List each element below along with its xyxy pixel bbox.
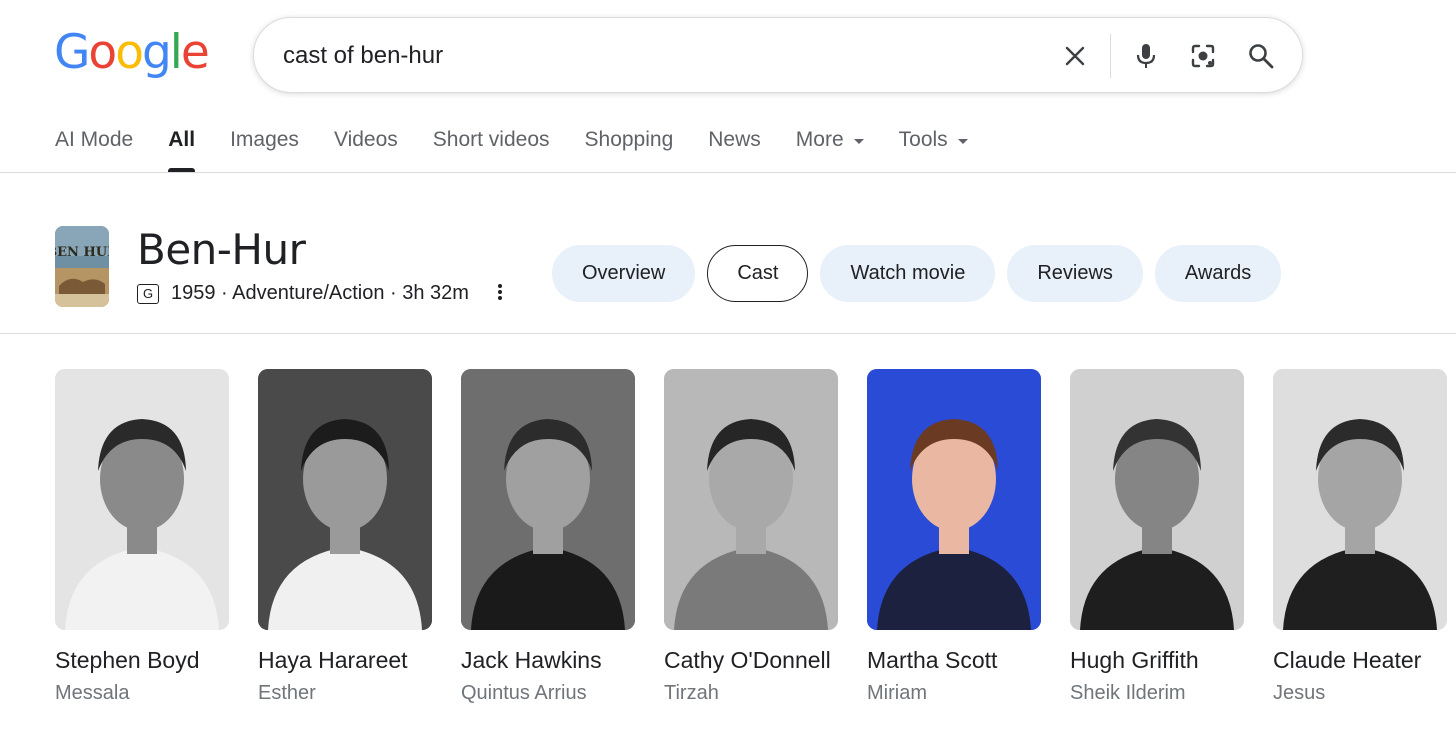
cast-photo[interactable]	[55, 369, 229, 630]
cast-card[interactable]: Martha Scott Miriam	[867, 369, 1041, 705]
cast-card[interactable]: Haya Harareet Esther	[258, 369, 432, 705]
cast-photo[interactable]	[258, 369, 432, 630]
cast-card[interactable]: Claude Heater Jesus	[1273, 369, 1447, 705]
cast-photo[interactable]	[867, 369, 1041, 630]
chip-reviews[interactable]: Reviews	[1007, 245, 1143, 302]
search-box	[253, 17, 1303, 93]
movie-info: 1959 · Adventure/Action · 3h 32m	[171, 282, 469, 304]
actor-name[interactable]: Martha Scott	[867, 647, 1041, 674]
poster-title: BEN HUR	[55, 245, 109, 260]
search-divider	[1110, 34, 1111, 78]
tab-label: Images	[230, 128, 299, 151]
tab-label: Short videos	[432, 128, 550, 151]
character-name: Messala	[55, 682, 130, 704]
search-tabs: AI Mode All Images Videos Short videos S…	[55, 128, 1003, 172]
chevron-down-icon	[957, 139, 968, 144]
chevron-down-icon	[853, 139, 864, 144]
logo-letter: l	[169, 25, 183, 80]
cast-card[interactable]: Stephen Boyd Messala	[55, 369, 229, 705]
rating-badge: G	[137, 283, 159, 304]
more-options-icon[interactable]	[490, 282, 510, 306]
tab-videos[interactable]: Videos	[334, 128, 398, 172]
microphone-icon[interactable]	[1130, 40, 1162, 72]
actor-name[interactable]: Jack Hawkins	[461, 647, 635, 674]
search-input[interactable]	[283, 36, 1043, 76]
tab-shopping[interactable]: Shopping	[585, 128, 674, 172]
tab-short-videos[interactable]: Short videos	[433, 128, 550, 172]
tab-label: All	[168, 128, 196, 151]
chip-watch-movie[interactable]: Watch movie	[820, 245, 996, 302]
actor-name[interactable]: Claude Heater	[1273, 647, 1447, 674]
tab-all[interactable]: All	[168, 128, 195, 172]
actor-name[interactable]: Stephen Boyd	[55, 647, 229, 674]
tab-label: Shopping	[584, 128, 674, 151]
tab-label: News	[708, 128, 761, 151]
character-name: Tirzah	[664, 682, 719, 704]
camera-lens-icon[interactable]	[1187, 40, 1219, 72]
actor-name[interactable]: Hugh Griffith	[1070, 647, 1244, 674]
cast-card[interactable]: Cathy O'Donnell Tirzah	[664, 369, 838, 705]
logo-letter: o	[88, 25, 117, 80]
character-name: Sheik Ilderim	[1070, 682, 1186, 704]
cast-card[interactable]: Jack Hawkins Quintus Arrius	[461, 369, 635, 705]
movie-poster[interactable]: BEN HUR	[55, 226, 109, 307]
actor-name[interactable]: Cathy O'Donnell	[664, 647, 838, 674]
entity-meta: G 1959 · Adventure/Action · 3h 32m	[137, 282, 469, 305]
actor-name[interactable]: Haya Harareet	[258, 647, 432, 674]
logo-letter: e	[180, 25, 210, 80]
tabs-divider	[0, 172, 1456, 173]
cast-photo[interactable]	[461, 369, 635, 630]
logo-letter: g	[141, 25, 172, 80]
tab-more[interactable]: More	[796, 128, 864, 172]
cast-photo[interactable]	[1273, 369, 1447, 630]
cast-carousel: Stephen Boyd Messala Haya Harareet Esthe…	[55, 369, 1456, 705]
google-logo[interactable]: Google	[54, 25, 210, 80]
character-name: Jesus	[1273, 682, 1326, 704]
cast-photo[interactable]	[664, 369, 838, 630]
logo-letter: o	[115, 25, 144, 80]
character-name: Miriam	[867, 682, 927, 704]
section-divider	[0, 333, 1456, 334]
character-name: Esther	[258, 682, 316, 704]
entity-chips: Overview Cast Watch movie Reviews Awards	[552, 245, 1293, 302]
logo-letter: G	[54, 25, 90, 80]
tab-label: Tools	[898, 128, 948, 151]
tab-label: AI Mode	[55, 128, 134, 151]
chip-overview[interactable]: Overview	[552, 245, 696, 302]
tab-label: Videos	[333, 128, 398, 151]
character-name: Quintus Arrius	[461, 682, 587, 704]
entity-title: Ben-Hur	[137, 225, 306, 274]
search-icon[interactable]	[1245, 40, 1277, 72]
tab-label: More	[795, 128, 844, 151]
cast-photo[interactable]	[1070, 369, 1244, 630]
chip-cast[interactable]: Cast	[707, 245, 809, 302]
tab-tools[interactable]: Tools	[899, 128, 968, 172]
tab-ai-mode[interactable]: AI Mode	[55, 128, 133, 172]
cast-card[interactable]: Hugh Griffith Sheik Ilderim	[1070, 369, 1244, 705]
tab-news[interactable]: News	[708, 128, 761, 172]
chip-awards[interactable]: Awards	[1154, 245, 1282, 302]
close-icon[interactable]	[1059, 40, 1091, 72]
tab-images[interactable]: Images	[230, 128, 299, 172]
